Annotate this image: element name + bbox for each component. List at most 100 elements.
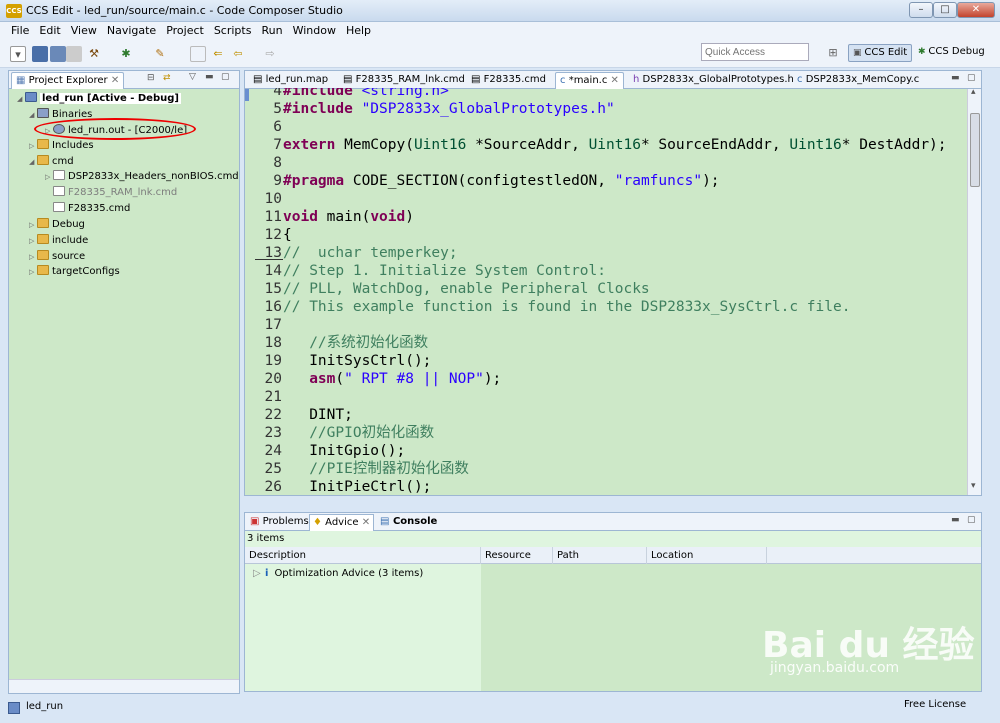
maximize-view-icon[interactable]: ▢ <box>967 515 976 525</box>
column-path[interactable]: Path <box>553 547 647 564</box>
column-location[interactable]: Location <box>647 547 767 564</box>
editor-vertical-scrollbar[interactable]: ▴ ▾ <box>967 87 981 495</box>
code-line[interactable]: 4#include <string.h> <box>255 88 449 100</box>
save-all-icon[interactable] <box>50 46 66 62</box>
menu-help[interactable]: Help <box>341 22 376 40</box>
close-button[interactable]: ✕ <box>957 2 995 18</box>
quick-access-input[interactable] <box>701 43 809 61</box>
menu-edit[interactable]: Edit <box>34 22 65 40</box>
code-line[interactable]: 11void main(void) <box>255 208 414 226</box>
code-line[interactable]: 22 DINT; <box>255 406 353 424</box>
expand-arrow-icon[interactable]: ▷ <box>253 566 265 582</box>
code-line[interactable]: 26 InitPieCtrl(); <box>255 478 432 496</box>
debug-bug-icon[interactable]: ✱ <box>118 46 134 62</box>
menu-project[interactable]: Project <box>161 22 209 40</box>
explorer-horizontal-scrollbar[interactable] <box>9 679 239 693</box>
maximize-view-icon[interactable]: ▢ <box>967 73 976 83</box>
tree-file-f28335-cmd[interactable]: F28335.cmd <box>53 202 130 215</box>
line-number: 9 <box>273 173 282 189</box>
code-line[interactable]: 19 InitSysCtrl(); <box>255 352 432 370</box>
forward-arrow-icon[interactable]: ⇨ <box>262 46 278 62</box>
link-editor-icon[interactable]: ⇄ <box>163 73 171 83</box>
tab-memcopy-c[interactable]: c DSP2833x_MemCopy.c <box>793 72 923 89</box>
menu-run[interactable]: Run <box>256 22 287 40</box>
close-tab-icon[interactable]: ✕ <box>362 517 370 528</box>
code-line[interactable]: 5#include "DSP2833x_GlobalPrototypes.h" <box>255 100 614 118</box>
minimize-button[interactable]: – <box>909 2 933 18</box>
perspective-ccs-edit[interactable]: ▣ CCS Edit <box>848 44 913 62</box>
tree-includes[interactable]: ▷ Includes <box>29 139 94 153</box>
back-arrow-icon[interactable]: ⇦ <box>230 46 246 62</box>
tab-globalprototypes-h[interactable]: h DSP2833x_GlobalPrototypes.h <box>629 72 798 89</box>
table-row[interactable]: ▷ i Optimization Advice (3 items) <box>245 566 981 582</box>
build-hammer-icon[interactable]: ⚒ <box>86 46 102 62</box>
code-line[interactable]: 20 asm(" RPT #8 || NOP"); <box>255 370 502 388</box>
print-icon[interactable] <box>66 46 82 62</box>
column-description[interactable]: Description <box>245 547 481 564</box>
minimize-view-icon[interactable]: ▬ <box>951 515 960 525</box>
minimize-view-icon[interactable]: ▬ <box>205 72 214 82</box>
editor-tab-bar: ▤ led_run.map ▤ F28335_RAM_lnk.cmd ▤ F28… <box>245 71 981 89</box>
save-icon[interactable] <box>32 46 48 62</box>
tab-led-run-map[interactable]: ▤ led_run.map <box>249 72 332 89</box>
code-area[interactable]: 4#include <string.h> 5#include "DSP2833x_… <box>255 88 971 496</box>
code-token: // Step 1. Initialize System Control: <box>283 263 607 279</box>
scroll-down-icon[interactable]: ▾ <box>971 481 976 491</box>
code-line[interactable]: 7extern MemCopy(Uint16 *SourceAddr, Uint… <box>255 136 946 154</box>
code-line[interactable]: 21 <box>255 388 283 406</box>
view-menu-icon[interactable]: ▽ <box>189 72 196 82</box>
perspective-ccs-debug[interactable]: ✱ CCS Debug <box>914 44 989 62</box>
code-line[interactable]: 15// PLL, WatchDog, enable Peripheral Cl… <box>255 280 650 298</box>
tab-f28335-ram-lnk-cmd[interactable]: ▤ F28335_RAM_lnk.cmd <box>339 72 469 89</box>
tab-project-explorer[interactable]: ▦ Project Explorer ✕ <box>11 72 125 89</box>
tree-folder-source[interactable]: ▷ source <box>29 250 85 264</box>
tab-main-c[interactable]: c *main.c ✕ <box>555 72 624 89</box>
minimize-view-icon[interactable]: ▬ <box>951 73 960 83</box>
line-number: 11 <box>264 209 282 225</box>
scrollbar-thumb[interactable] <box>970 113 980 187</box>
tab-problems[interactable]: ▣ Problems <box>247 514 312 531</box>
maximize-button[interactable]: □ <box>933 2 957 18</box>
menu-scripts[interactable]: Scripts <box>209 22 257 40</box>
code-line[interactable]: 24 InitGpio(); <box>255 442 406 460</box>
open-perspective-icon[interactable]: ⊞ <box>825 45 841 61</box>
tree-file-ram-lnk-cmd[interactable]: F28335_RAM_lnk.cmd <box>53 186 177 199</box>
maximize-view-icon[interactable]: ▢ <box>221 72 230 82</box>
collapse-all-icon[interactable]: ⊟ <box>147 73 155 83</box>
code-line[interactable]: 10 <box>255 190 283 208</box>
license-status[interactable]: Free License <box>904 699 966 710</box>
code-line[interactable]: 25 //PIE控制器初始化函数 <box>255 460 469 478</box>
code-line[interactable]: 16// This example function is found in t… <box>255 298 851 316</box>
tab-advice[interactable]: ♦ Advice ✕ <box>309 514 375 531</box>
toggle-icon[interactable] <box>190 46 206 62</box>
annotation-icon[interactable]: ⇐ <box>210 46 226 62</box>
close-tab-icon[interactable]: ✕ <box>611 75 619 86</box>
new-file-icon[interactable]: ▾ <box>10 46 26 62</box>
code-line[interactable]: 13// uchar temperkey; <box>255 244 458 262</box>
flash-icon[interactable]: ✎ <box>152 46 168 62</box>
tree-folder-cmd[interactable]: ◢ cmd <box>29 155 74 169</box>
tree-folder-debug[interactable]: ▷ Debug <box>29 218 85 232</box>
code-line[interactable]: 12{ <box>255 226 292 244</box>
scroll-up-icon[interactable]: ▴ <box>971 87 976 97</box>
code-line[interactable]: 17 <box>255 316 283 334</box>
tab-f28335-cmd[interactable]: ▤ F28335.cmd <box>467 72 550 89</box>
line-number: 17 <box>264 317 282 333</box>
tree-file-headers-cmd[interactable]: ▷ DSP2833x_Headers_nonBIOS.cmd <box>45 170 239 184</box>
menu-view[interactable]: View <box>66 22 102 40</box>
menu-navigate[interactable]: Navigate <box>102 22 161 40</box>
tree-project-led-run[interactable]: ◢ led_run [Active - Debug] <box>17 92 181 106</box>
code-line[interactable]: 9#pragma CODE_SECTION(configtestledON, "… <box>255 172 719 190</box>
tab-console[interactable]: ▤ Console <box>377 514 440 531</box>
tree-folder-include[interactable]: ▷ include <box>29 234 88 248</box>
menu-file[interactable]: File <box>6 22 34 40</box>
menu-window[interactable]: Window <box>288 22 341 40</box>
code-line[interactable]: 18 //系统初始化函数 <box>255 334 429 352</box>
code-line[interactable]: 6 <box>255 118 283 136</box>
tree-folder-targetconfigs[interactable]: ▷ targetConfigs <box>29 265 120 279</box>
code-line[interactable]: 23 //GPIO初始化函数 <box>255 424 435 442</box>
code-line[interactable]: 14// Step 1. Initialize System Control: <box>255 262 606 280</box>
close-tab-icon[interactable]: ✕ <box>111 75 119 86</box>
code-line[interactable]: 8 <box>255 154 283 172</box>
column-resource[interactable]: Resource <box>481 547 553 564</box>
